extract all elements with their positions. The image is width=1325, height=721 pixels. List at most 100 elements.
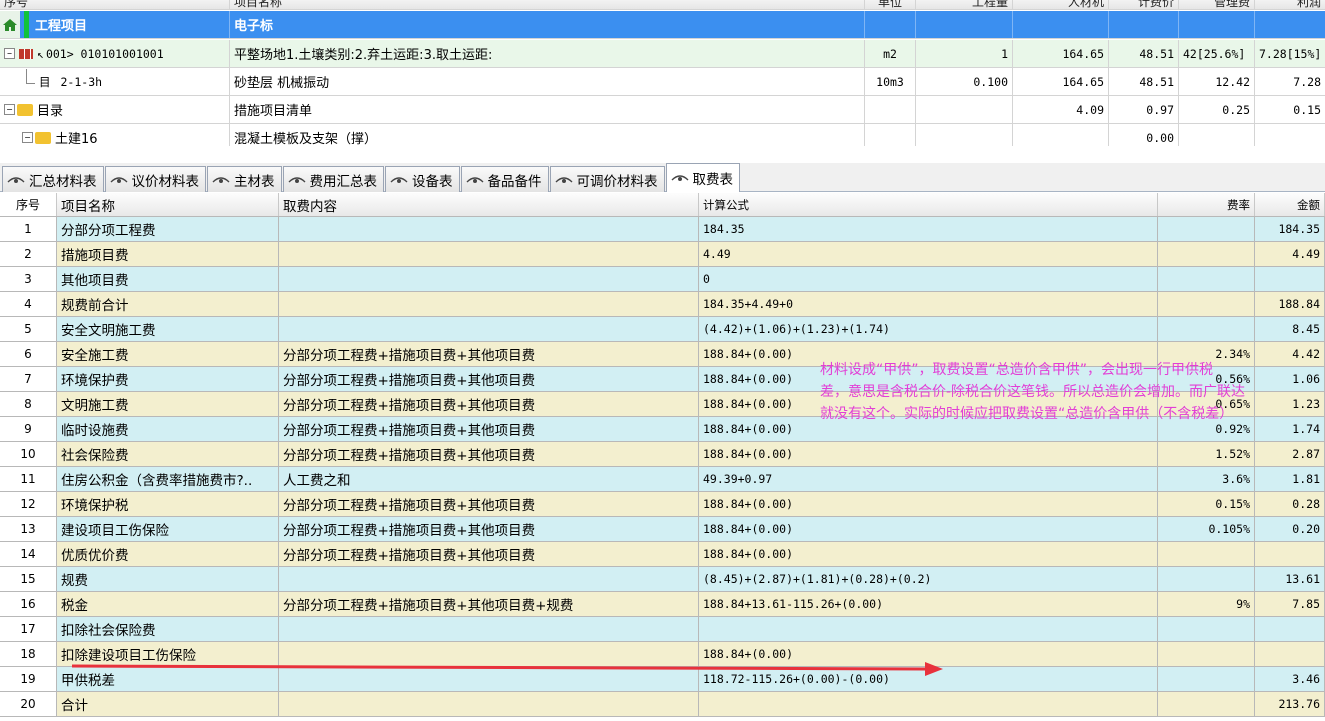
header-content[interactable]: 取费内容 [279, 193, 699, 216]
row-no[interactable]: 8 [0, 392, 57, 416]
row-item-name[interactable]: 住房公积金（含费率措施费市?.. [57, 467, 279, 491]
row-item-name[interactable]: 环境保护费 [57, 367, 279, 391]
row-formula[interactable]: 4.49 [699, 242, 1158, 266]
row-item-name[interactable]: 安全文明施工费 [57, 317, 279, 341]
row-rate[interactable] [1158, 267, 1255, 291]
row-rate[interactable]: 0.105% [1158, 517, 1255, 541]
header-name[interactable]: 项目名称 [230, 0, 865, 9]
row-amount[interactable]: 1.81 [1255, 467, 1325, 491]
row-item-name[interactable]: 其他项目费 [57, 267, 279, 291]
row-formula[interactable]: 184.35+4.49+0 [699, 292, 1158, 316]
tab-summary-materials[interactable]: 汇总材料表 [2, 166, 104, 192]
collapse-icon[interactable]: − [22, 132, 33, 143]
row-rate[interactable] [1158, 667, 1255, 691]
row-no[interactable]: 16 [0, 592, 57, 616]
row-no[interactable]: 18 [0, 642, 57, 666]
row-no[interactable]: 17 [0, 617, 57, 641]
row-no[interactable]: 1 [0, 217, 57, 241]
row-item-name[interactable]: 社会保险费 [57, 442, 279, 466]
tab-main-materials[interactable]: 主材表 [207, 166, 282, 192]
row-no[interactable]: 2 [0, 242, 57, 266]
row-rate[interactable]: 1.52% [1158, 442, 1255, 466]
row-amount[interactable]: 213.76 [1255, 692, 1325, 716]
row-content[interactable] [279, 567, 699, 591]
row-content[interactable]: 分部分项工程费+措施项目费+其他项目费 [279, 517, 699, 541]
tab-adjustable-materials[interactable]: 可调价材料表 [549, 166, 665, 192]
row-amount[interactable] [1255, 542, 1325, 566]
row-content[interactable]: 分部分项工程费+措施项目费+其他项目费 [279, 367, 699, 391]
header-profit[interactable]: 利润 [1255, 0, 1325, 9]
row-amount[interactable]: 3.46 [1255, 667, 1325, 691]
tab-fee-table[interactable]: 取费表 [665, 163, 740, 192]
header-unit[interactable]: 单位 [865, 0, 916, 9]
row-formula[interactable]: 188.84+(0.00) [699, 492, 1158, 516]
row-content[interactable]: 分部分项工程费+措施项目费+其他项目费 [279, 342, 699, 366]
row-content[interactable]: 分部分项工程费+措施项目费+其他项目费 [279, 492, 699, 516]
row-formula[interactable]: (8.45)+(2.87)+(1.81)+(0.28)+(0.2) [699, 567, 1158, 591]
fee-table-row[interactable]: 12 环境保护税 分部分项工程费+措施项目费+其他项目费 188.84+(0.00) 0… [0, 492, 1325, 517]
row-content[interactable] [279, 617, 699, 641]
row-rate[interactable] [1158, 692, 1255, 716]
row-content[interactable]: 分部分项工程费+措施项目费+其他项目费 [279, 417, 699, 441]
row-amount[interactable]: 4.49 [1255, 242, 1325, 266]
row-no[interactable]: 10 [0, 442, 57, 466]
row-rate[interactable] [1158, 317, 1255, 341]
row-rate[interactable]: 9% [1158, 592, 1255, 616]
fee-table-row[interactable]: 18 扣除建设项目工伤保险 188.84+(0.00) [0, 642, 1325, 667]
collapse-icon[interactable]: − [4, 104, 15, 115]
row-formula[interactable]: 184.35 [699, 217, 1158, 241]
header-no[interactable]: 序号 [0, 193, 57, 216]
header-seq[interactable]: 序号 [0, 0, 230, 9]
fee-table-row[interactable]: 13 建设项目工伤保险 分部分项工程费+措施项目费+其他项目费 188.84+(0.0… [0, 517, 1325, 542]
row-formula[interactable]: (4.42)+(1.06)+(1.23)+(1.74) [699, 317, 1158, 341]
tab-spare-parts[interactable]: 备品备件 [460, 166, 549, 192]
fee-table-row[interactable]: 14 优质优价费 分部分项工程费+措施项目费+其他项目费 188.84+(0.00) [0, 542, 1325, 567]
row-amount[interactable]: 7.85 [1255, 592, 1325, 616]
row-formula[interactable] [699, 617, 1158, 641]
row-no[interactable]: 20 [0, 692, 57, 716]
row-formula[interactable]: 188.84+(0.00) [699, 542, 1158, 566]
header-rate[interactable]: 费率 [1158, 193, 1255, 216]
project-row-root[interactable]: 工程项目 电子标 [0, 11, 1325, 39]
row-item-name[interactable]: 建设项目工伤保险 [57, 517, 279, 541]
row-amount[interactable]: 0.28 [1255, 492, 1325, 516]
row-item-name[interactable]: 扣除建设项目工伤保险 [57, 642, 279, 666]
row-item-name[interactable]: 规费 [57, 567, 279, 591]
row-no[interactable]: 13 [0, 517, 57, 541]
row-content[interactable] [279, 267, 699, 291]
row-amount[interactable] [1255, 642, 1325, 666]
row-rate[interactable]: 0.15% [1158, 492, 1255, 516]
row-item-name[interactable]: 税金 [57, 592, 279, 616]
row-amount[interactable]: 2.87 [1255, 442, 1325, 466]
row-formula[interactable]: 188.84+(0.00) [699, 442, 1158, 466]
fee-table-row[interactable]: 15 规费 (8.45)+(2.87)+(1.81)+(0.28)+(0.2) 13.… [0, 567, 1325, 592]
header-price[interactable]: 计费价 [1109, 0, 1179, 9]
row-item-name[interactable]: 规费前合计 [57, 292, 279, 316]
collapse-icon[interactable]: − [4, 48, 15, 59]
fee-table-row[interactable]: 17 扣除社会保险费 [0, 617, 1325, 642]
row-item-name[interactable]: 甲供税差 [57, 667, 279, 691]
row-formula[interactable]: 49.39+0.97 [699, 467, 1158, 491]
row-amount[interactable]: 13.61 [1255, 567, 1325, 591]
row-content[interactable]: 分部分项工程费+措施项目费+其他项目费 [279, 392, 699, 416]
row-amount[interactable]: 8.45 [1255, 317, 1325, 341]
row-item-name[interactable]: 分部分项工程费 [57, 217, 279, 241]
row-item-name[interactable]: 扣除社会保险费 [57, 617, 279, 641]
row-rate[interactable]: 3.6% [1158, 467, 1255, 491]
row-content[interactable] [279, 217, 699, 241]
row-content[interactable] [279, 667, 699, 691]
row-rate[interactable] [1158, 617, 1255, 641]
header-rcj[interactable]: 人材机 [1013, 0, 1109, 9]
home-icon[interactable] [0, 11, 20, 38]
row-formula[interactable]: 0 [699, 267, 1158, 291]
header-item-name[interactable]: 项目名称 [57, 193, 279, 216]
row-content[interactable] [279, 642, 699, 666]
project-row-category[interactable]: − 土建16 混凝土模板及支架（撑） 0.00 [0, 124, 1325, 146]
project-row-item[interactable]: − ↖ 001> 010101001001 平整场地1.土壤类别:2.弃土运距:… [0, 40, 1325, 68]
row-rate[interactable] [1158, 542, 1255, 566]
tab-equipment[interactable]: 设备表 [385, 166, 460, 192]
fee-table-row[interactable]: 10 社会保险费 分部分项工程费+措施项目费+其他项目费 188.84+(0.00) 1… [0, 442, 1325, 467]
tab-cost-summary[interactable]: 费用汇总表 [282, 166, 384, 192]
row-amount[interactable]: 184.35 [1255, 217, 1325, 241]
row-content[interactable] [279, 292, 699, 316]
